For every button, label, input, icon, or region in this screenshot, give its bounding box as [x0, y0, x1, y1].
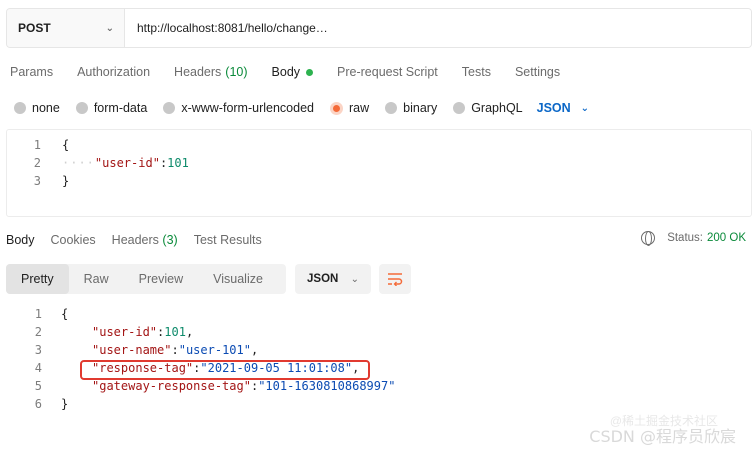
- request-bar: POST ⌄ http://localhost:8081/hello/chang…: [6, 8, 752, 48]
- tab-headers[interactable]: Headers (10): [162, 65, 259, 79]
- status-label: Status:: [667, 232, 703, 244]
- line-number: 3: [34, 343, 42, 357]
- method-select[interactable]: POST ⌄: [7, 9, 125, 47]
- chevron-down-icon: ⌄: [105, 22, 114, 34]
- view-preview-button[interactable]: Preview: [124, 264, 198, 294]
- radio-circle-icon: [75, 102, 88, 114]
- line-number: 1: [34, 307, 42, 321]
- tab-tests[interactable]: Tests: [450, 65, 503, 79]
- code-line: {: [61, 307, 69, 321]
- response-tabs: Body Cookies Headers (3) Test Results: [0, 230, 270, 250]
- code-line: }: [62, 174, 70, 188]
- view-pretty-button[interactable]: Pretty: [6, 264, 69, 294]
- highlight-box: [80, 360, 370, 380]
- view-mode-group: Pretty Raw Preview Visualize: [6, 264, 286, 294]
- chevron-down-icon: ⌄: [580, 102, 590, 114]
- tab-response-headers[interactable]: Headers (3): [104, 233, 186, 247]
- view-visualize-button[interactable]: Visualize: [198, 264, 278, 294]
- tab-authorization[interactable]: Authorization: [65, 65, 162, 79]
- tab-response-body[interactable]: Body: [0, 233, 43, 247]
- radio-graphql[interactable]: GraphQL: [453, 101, 523, 115]
- body-type-radios: none form-data x-www-form-urlencoded raw…: [0, 96, 589, 120]
- response-headers-count: (3): [162, 233, 178, 247]
- radio-circle-icon: [163, 102, 176, 114]
- radio-circle-icon: [14, 102, 26, 114]
- watermark: CSDN @程序员欣宸: [589, 427, 736, 446]
- response-format-select[interactable]: JSON ⌄: [295, 264, 371, 294]
- tab-params[interactable]: Params: [0, 65, 65, 79]
- line-number: 2: [34, 325, 42, 339]
- radio-form-data[interactable]: form-data: [75, 101, 147, 115]
- code-line: "user-name": "user-101",: [92, 343, 259, 357]
- headers-count: (10): [225, 65, 248, 79]
- line-number: 5: [34, 379, 42, 393]
- code-line: {: [62, 138, 70, 152]
- code-line: }: [61, 397, 69, 411]
- method-label: POST: [18, 21, 51, 35]
- request-tabs: Params Authorization Headers (10) Body Pr…: [0, 58, 572, 86]
- tab-cookies[interactable]: Cookies: [43, 233, 104, 247]
- chevron-down-icon: ⌄: [350, 273, 359, 285]
- globe-icon[interactable]: [641, 231, 656, 246]
- radio-raw[interactable]: raw: [330, 101, 369, 115]
- active-dot-icon: [306, 68, 314, 76]
- tab-body[interactable]: Body: [260, 65, 326, 79]
- radio-circle-icon: [385, 102, 398, 114]
- code-line: ···· "user-id": 101: [62, 156, 189, 170]
- line-number: 3: [33, 174, 41, 188]
- url-input[interactable]: http://localhost:8081/hello/change…: [125, 9, 751, 47]
- line-number: 2: [33, 156, 41, 170]
- response-status: Status: 200 OK: [641, 231, 746, 246]
- code-line: "user-id": 101,: [92, 325, 194, 339]
- tab-settings[interactable]: Settings: [503, 65, 572, 79]
- tab-pre-request-script[interactable]: Pre-request Script: [325, 65, 450, 79]
- radio-selected-icon: [330, 101, 343, 115]
- line-number: 6: [34, 397, 42, 411]
- status-code: 200 OK: [707, 232, 746, 244]
- radio-none[interactable]: none: [14, 101, 60, 115]
- radio-circle-icon: [453, 102, 466, 114]
- body-language-select[interactable]: JSON ⌄: [537, 101, 589, 115]
- wrap-lines-button[interactable]: [379, 264, 411, 294]
- radio-x-www-form-urlencoded[interactable]: x-www-form-urlencoded: [163, 101, 314, 115]
- whitespace-dots: ····: [62, 156, 95, 170]
- tab-test-results[interactable]: Test Results: [186, 233, 270, 247]
- radio-binary[interactable]: binary: [385, 101, 437, 115]
- view-raw-button[interactable]: Raw: [69, 264, 124, 294]
- request-body-editor[interactable]: 1 2 3 { ···· "user-id": 101 }: [6, 129, 752, 217]
- wrap-lines-icon: [388, 273, 403, 286]
- line-number: 1: [33, 138, 41, 152]
- line-number: 4: [34, 361, 42, 375]
